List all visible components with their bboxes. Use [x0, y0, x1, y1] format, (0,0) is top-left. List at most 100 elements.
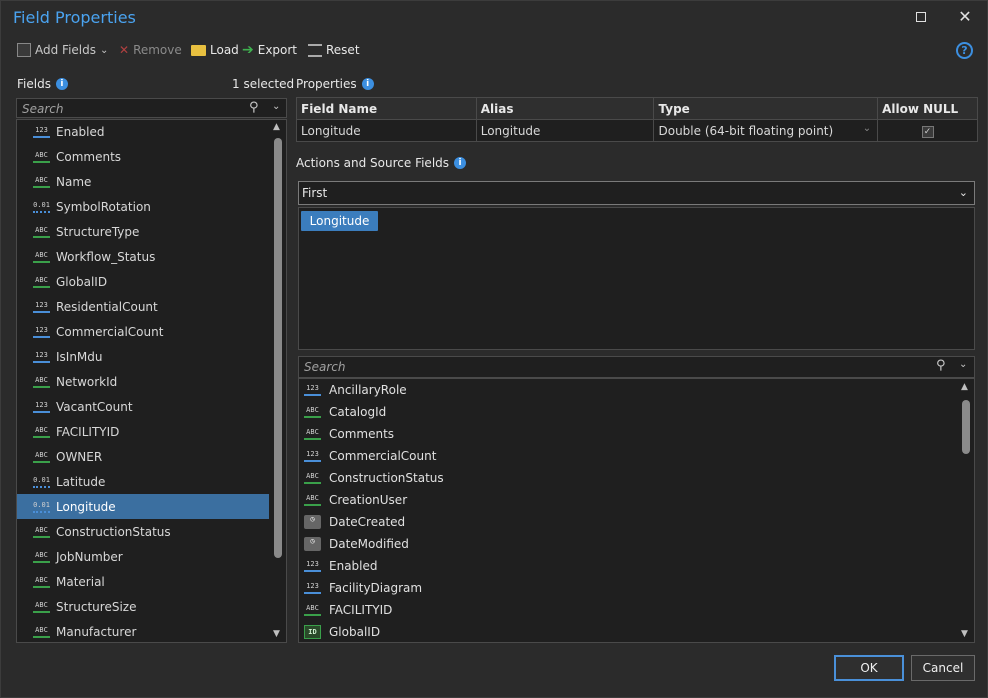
- source-field-item[interactable]: ◷ DateModified: [298, 533, 958, 555]
- fields-search-input[interactable]: Search ⚲ ⌄: [16, 98, 287, 118]
- field-list-item[interactable]: ABC ConstructionStatus: [17, 519, 269, 544]
- chevron-down-icon[interactable]: ⌄: [959, 186, 968, 199]
- field-list-item[interactable]: ABC StructureType: [17, 219, 269, 244]
- field-list-item[interactable]: ABC Workflow_Status: [17, 244, 269, 269]
- field-list-item-label: VacantCount: [56, 399, 133, 414]
- scroll-up-icon[interactable]: ▲: [273, 122, 280, 132]
- text-field-icon: ABC: [33, 426, 50, 438]
- source-field-item-label: FACILITYID: [329, 603, 393, 617]
- load-button[interactable]: Load: [191, 40, 239, 60]
- field-list-item-label: Enabled: [56, 124, 105, 139]
- source-field-item[interactable]: ◷ DateCreated: [298, 511, 958, 533]
- cancel-button[interactable]: Cancel: [911, 655, 975, 681]
- field-list-item-label: OWNER: [56, 449, 103, 464]
- reset-button[interactable]: Reset: [308, 40, 360, 60]
- source-field-item[interactable]: ID GlobalID: [298, 621, 958, 641]
- action-dropdown[interactable]: First ⌄: [298, 181, 975, 205]
- info-icon[interactable]: i: [454, 157, 467, 169]
- text-field-icon: ABC: [33, 626, 50, 638]
- scroll-down-icon[interactable]: ▼: [961, 629, 968, 639]
- integer-field-icon: 123: [304, 384, 321, 396]
- scroll-down-icon[interactable]: ▼: [273, 629, 280, 639]
- field-list-item[interactable]: 0.01 Latitude: [17, 469, 269, 494]
- source-field-item-label: GlobalID: [329, 625, 381, 639]
- search-icon[interactable]: ⚲: [249, 100, 259, 115]
- header-allow-null: Allow NULL: [877, 97, 978, 120]
- field-list-item[interactable]: 0.01 SymbolRotation: [17, 194, 269, 219]
- field-list-item[interactable]: 0.01 Longitude: [17, 494, 269, 519]
- field-list-item[interactable]: ABC StructureSize: [17, 594, 269, 619]
- add-fields-icon: [17, 43, 31, 57]
- fields-search-placeholder: Search: [22, 102, 64, 116]
- type-cell[interactable]: Double (64-bit floating point) ⌄: [653, 119, 879, 142]
- add-fields-label: Add Fields: [35, 43, 96, 57]
- source-field-item-label: ConstructionStatus: [329, 471, 444, 485]
- remove-button[interactable]: ✕ Remove: [119, 40, 182, 60]
- add-fields-button[interactable]: Add Fields ⌄: [17, 40, 108, 60]
- source-field-tag[interactable]: Longitude: [301, 211, 378, 231]
- field-list-item[interactable]: ABC NetworkId: [17, 369, 269, 394]
- info-icon[interactable]: i: [55, 78, 68, 90]
- source-field-item-label: FacilityDiagram: [329, 581, 423, 595]
- text-field-icon: ABC: [33, 151, 50, 163]
- text-field-icon: ABC: [33, 526, 50, 538]
- field-list-item[interactable]: ABC Manufacturer: [17, 619, 269, 641]
- source-field-item[interactable]: ABC FACILITYID: [298, 599, 958, 621]
- field-list-item[interactable]: 123 IsInMdu: [17, 344, 269, 369]
- field-list-item-label: ResidentialCount: [56, 299, 158, 314]
- field-list-item[interactable]: ABC Comments: [17, 144, 269, 169]
- scroll-up-icon[interactable]: ▲: [961, 382, 968, 392]
- field-list-item[interactable]: ABC Material: [17, 569, 269, 594]
- fields-scroll-thumb[interactable]: [274, 138, 282, 558]
- source-search-input[interactable]: Search ⚲ ⌄: [298, 356, 975, 378]
- field-list-item[interactable]: ABC FACILITYID: [17, 419, 269, 444]
- source-field-item-label: CreationUser: [329, 493, 408, 507]
- allow-null-checkbox[interactable]: ✓: [921, 126, 934, 138]
- fields-scrollbar[interactable]: ▲ ▼: [271, 120, 285, 641]
- source-scrollbar[interactable]: ▲ ▼: [959, 380, 973, 641]
- field-list-item[interactable]: 123 VacantCount: [17, 394, 269, 419]
- remove-icon: ✕: [119, 43, 130, 57]
- field-list-item[interactable]: 123 Enabled: [17, 119, 269, 144]
- help-icon[interactable]: ?: [956, 42, 973, 59]
- source-field-item[interactable]: ABC CatalogId: [298, 401, 958, 423]
- field-list-item[interactable]: ABC GlobalID: [17, 269, 269, 294]
- export-label: Export: [257, 43, 298, 57]
- source-field-item[interactable]: 123 FacilityDiagram: [298, 577, 958, 599]
- header-alias: Alias: [475, 97, 655, 120]
- source-field-item[interactable]: 123 CommercialCount: [298, 445, 958, 467]
- integer-field-icon: 123: [304, 560, 321, 572]
- export-button[interactable]: ➔ Export: [242, 40, 297, 60]
- source-field-item[interactable]: ABC CreationUser: [298, 489, 958, 511]
- chevron-down-icon[interactable]: ⌄: [863, 123, 871, 134]
- field-list-item[interactable]: 123 CommercialCount: [17, 319, 269, 344]
- chevron-down-icon[interactable]: ⌄: [959, 359, 967, 370]
- text-field-icon: ABC: [33, 576, 50, 588]
- source-field-item[interactable]: 123 Enabled: [298, 555, 958, 577]
- ok-button[interactable]: OK: [834, 655, 904, 681]
- search-icon[interactable]: ⚲: [936, 358, 946, 373]
- field-list-item-label: Manufacturer: [56, 624, 137, 639]
- maximize-button[interactable]: [909, 6, 933, 30]
- source-field-item[interactable]: ABC Comments: [298, 423, 958, 445]
- info-icon[interactable]: i: [361, 78, 374, 90]
- close-icon: ✕: [958, 7, 972, 26]
- maximize-icon: [916, 12, 926, 22]
- field-list-item[interactable]: ABC OWNER: [17, 444, 269, 469]
- source-field-item[interactable]: 123 AncillaryRole: [298, 379, 958, 401]
- field-list-item[interactable]: ABC JobNumber: [17, 544, 269, 569]
- chevron-down-icon[interactable]: ⌄: [272, 101, 280, 112]
- field-list-item[interactable]: ABC Name: [17, 169, 269, 194]
- properties-header-row: Field Name Alias Type Allow NULL: [296, 97, 978, 120]
- actions-label: Actions and Source Fields: [296, 156, 450, 170]
- field-list-item[interactable]: 123 ResidentialCount: [17, 294, 269, 319]
- alias-cell[interactable]: Longitude: [475, 119, 655, 142]
- source-field-item[interactable]: ABC ConstructionStatus: [298, 467, 958, 489]
- fields-label: Fields: [17, 77, 51, 91]
- field-name-cell[interactable]: Longitude: [296, 119, 477, 142]
- close-button[interactable]: ✕: [953, 6, 977, 30]
- properties-label: Properties: [296, 77, 357, 91]
- source-field-item-label: CommercialCount: [329, 449, 437, 463]
- load-label: Load: [210, 43, 239, 57]
- source-scroll-thumb[interactable]: [962, 400, 970, 454]
